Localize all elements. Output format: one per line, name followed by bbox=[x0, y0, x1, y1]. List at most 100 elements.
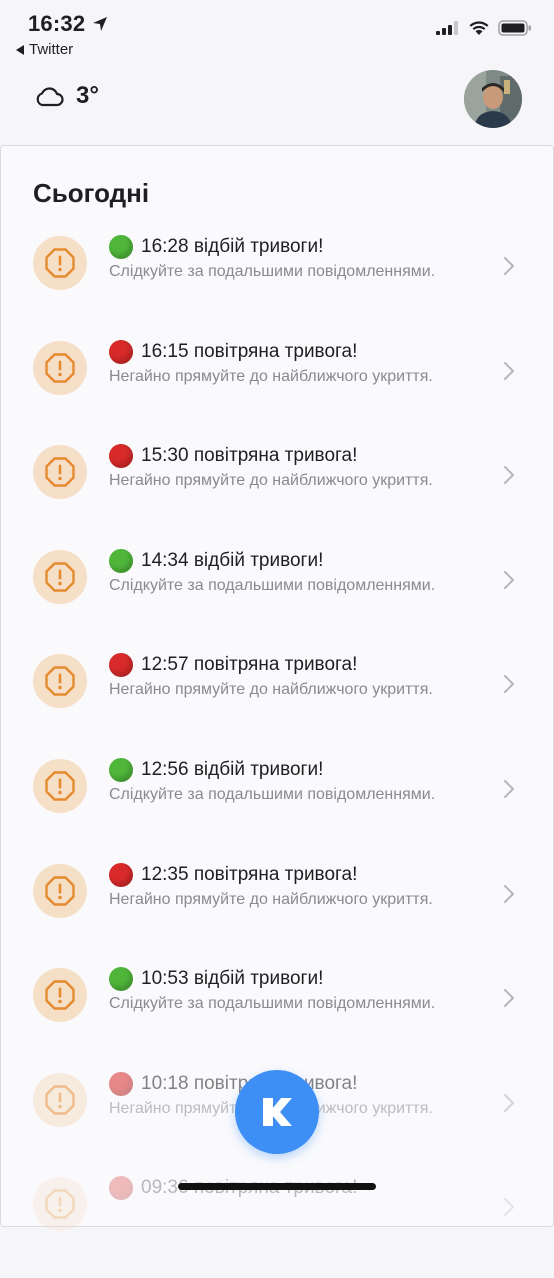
chevron-right-icon bbox=[504, 361, 514, 380]
alert-title: 14:34 відбій тривоги! bbox=[109, 548, 489, 574]
alert-octagon-icon bbox=[45, 980, 75, 1010]
alert-octagon-icon bbox=[45, 352, 75, 383]
red-circle-icon bbox=[109, 862, 133, 887]
user-avatar[interactable] bbox=[464, 70, 522, 128]
k-app-button[interactable] bbox=[235, 1070, 319, 1154]
chevron-right-icon bbox=[504, 466, 514, 485]
battery-icon bbox=[498, 20, 531, 36]
alert-subtitle: Слідкуйте за подальшими повідомленнями. bbox=[109, 576, 436, 594]
green-circle-icon bbox=[109, 235, 133, 259]
alert-text: 15:30 повітряна тривога! Негайно прямуйт… bbox=[109, 443, 489, 492]
alert-row-2[interactable]: 15:30 повітряна тривога! Негайно прямуйт… bbox=[1, 441, 553, 546]
alert-octagon-icon bbox=[45, 1085, 75, 1115]
chevron-right-icon bbox=[504, 1093, 514, 1112]
cellular-signal-icon bbox=[436, 21, 458, 35]
alert-badge bbox=[33, 758, 87, 813]
k-logo-icon bbox=[263, 1098, 292, 1126]
status-time: 16:32 bbox=[28, 11, 86, 36]
alert-badge bbox=[33, 340, 87, 395]
back-app-label: Twitter bbox=[29, 41, 74, 58]
alert-badge bbox=[33, 863, 87, 918]
alert-text: 12:56 відбій тривоги! Слідкуйте за подал… bbox=[109, 757, 489, 806]
alert-title: 15:30 повітряна тривога! bbox=[109, 443, 489, 469]
chevron-right-icon bbox=[504, 989, 514, 1008]
temperature-label: 3° bbox=[76, 82, 99, 109]
red-circle-icon bbox=[109, 653, 133, 678]
alert-octagon-icon bbox=[45, 457, 75, 487]
cloud-icon bbox=[36, 87, 64, 107]
green-circle-icon bbox=[109, 967, 133, 992]
home-indicator bbox=[178, 1183, 376, 1190]
alert-subtitle: Слідкуйте за подальшими повідомленнями. bbox=[109, 785, 436, 803]
alert-title-text: 10:53 відбій тривоги! bbox=[141, 968, 324, 990]
wifi-icon bbox=[469, 21, 489, 35]
chevron-right-icon bbox=[504, 779, 514, 798]
alert-subtitle: Слідкуйте за подальшими повідомленнями. bbox=[109, 995, 436, 1013]
alert-text: 12:35 повітряна тривога! Негайно прямуйт… bbox=[109, 862, 489, 911]
alert-title: 12:57 повітряна тривога! bbox=[109, 652, 489, 678]
alert-row-5[interactable]: 12:56 відбій тривоги! Слідкуйте за подал… bbox=[1, 755, 553, 860]
alert-text: 10:53 відбій тривоги! Слідкуйте за подал… bbox=[109, 966, 489, 1015]
chevron-right-icon bbox=[504, 1198, 514, 1217]
app-header: 3° bbox=[0, 70, 554, 146]
chevron-right-icon bbox=[504, 257, 514, 275]
location-arrow-icon bbox=[93, 17, 107, 31]
green-circle-icon bbox=[109, 548, 133, 573]
avatar-photo bbox=[464, 70, 522, 128]
alert-badge bbox=[33, 968, 87, 1023]
alert-row-1[interactable]: 16:15 повітряна тривога! Негайно прямуйт… bbox=[1, 337, 553, 442]
alert-title: 16:28 відбій тривоги! bbox=[109, 234, 489, 260]
alert-title: 16:15 повітряна тривога! bbox=[109, 339, 489, 365]
chevron-right-icon bbox=[504, 570, 514, 589]
alert-title-text: 12:57 повітряна тривога! bbox=[141, 654, 358, 676]
section-title-today: Сьогодні bbox=[33, 178, 150, 208]
red-circle-icon bbox=[109, 1176, 133, 1201]
back-triangle-icon bbox=[16, 44, 24, 55]
red-circle-icon bbox=[109, 444, 133, 469]
alert-subtitle: Слідкуйте за подальшими повідомленнями. bbox=[109, 263, 436, 280]
alert-title-text: 14:34 відбій тривоги! bbox=[141, 549, 324, 571]
red-circle-icon bbox=[109, 339, 133, 364]
alert-title-text: 15:30 повітряна тривога! bbox=[141, 445, 358, 467]
alert-text: 12:57 повітряна тривога! Негайно прямуйт… bbox=[109, 652, 489, 701]
alert-octagon-icon bbox=[45, 1189, 75, 1220]
alert-row-3[interactable]: 14:34 відбій тривоги! Слідкуйте за подал… bbox=[1, 546, 553, 651]
alerts-card: Сьогодні 16:28 відбій тривоги! Слідкуйте… bbox=[0, 145, 554, 1232]
alert-subtitle: Негайно прямуйте до найближчого укриття. bbox=[109, 681, 433, 699]
alert-text: 16:15 повітряна тривога! Негайно прямуйт… bbox=[109, 339, 489, 388]
alert-subtitle: Негайно прямуйте до найближчого укриття. bbox=[109, 367, 433, 385]
green-circle-icon bbox=[109, 757, 133, 782]
alert-title-text: 16:15 повітряна тривога! bbox=[141, 340, 358, 362]
alert-title-text: 16:28 відбій тривоги! bbox=[141, 236, 324, 257]
red-circle-icon bbox=[109, 1071, 133, 1096]
chevron-right-icon bbox=[504, 675, 514, 694]
alert-octagon-icon bbox=[45, 248, 75, 278]
alert-badge bbox=[33, 1177, 87, 1232]
system-icons bbox=[436, 20, 532, 36]
alert-octagon-icon bbox=[45, 666, 75, 697]
alert-row-4[interactable]: 12:57 повітряна тривога! Негайно прямуйт… bbox=[1, 650, 553, 755]
alert-title: 10:53 відбій тривоги! bbox=[109, 966, 489, 992]
alert-octagon-icon bbox=[45, 875, 75, 906]
alert-title: 12:35 повітряна тривога! bbox=[109, 862, 489, 888]
alert-badge bbox=[33, 1072, 87, 1127]
alert-row-6[interactable]: 12:35 повітряна тривога! Негайно прямуйт… bbox=[1, 860, 553, 965]
alert-badge bbox=[33, 549, 87, 604]
alert-row-0[interactable]: 16:28 відбій тривоги! Слідкуйте за подал… bbox=[1, 232, 553, 337]
back-to-app-link[interactable]: Twitter bbox=[16, 41, 73, 58]
weather-widget[interactable]: 3° bbox=[34, 82, 99, 110]
status-bar: 16:32 Twitter bbox=[0, 0, 554, 70]
chevron-right-icon bbox=[504, 884, 514, 903]
alert-title-text: 12:56 відбій тривоги! bbox=[141, 758, 324, 780]
alert-title: 12:56 відбій тривоги! bbox=[109, 757, 489, 783]
alert-text: 14:34 відбій тривоги! Слідкуйте за подал… bbox=[109, 548, 489, 597]
alert-subtitle: Негайно прямуйте до найближчого укриття. bbox=[109, 890, 433, 908]
alert-octagon-icon bbox=[45, 771, 75, 801]
alert-title-text: 12:35 повітряна тривога! bbox=[141, 863, 358, 885]
alert-text: 16:28 відбій тривоги! Слідкуйте за подал… bbox=[109, 234, 489, 283]
alert-badge bbox=[33, 236, 87, 290]
alert-octagon-icon bbox=[45, 562, 75, 592]
alert-subtitle: Негайно прямуйте до найближчого укриття. bbox=[109, 472, 433, 490]
alert-badge bbox=[33, 445, 87, 500]
alert-row-7[interactable]: 10:53 відбій тривоги! Слідкуйте за подал… bbox=[1, 964, 553, 1069]
